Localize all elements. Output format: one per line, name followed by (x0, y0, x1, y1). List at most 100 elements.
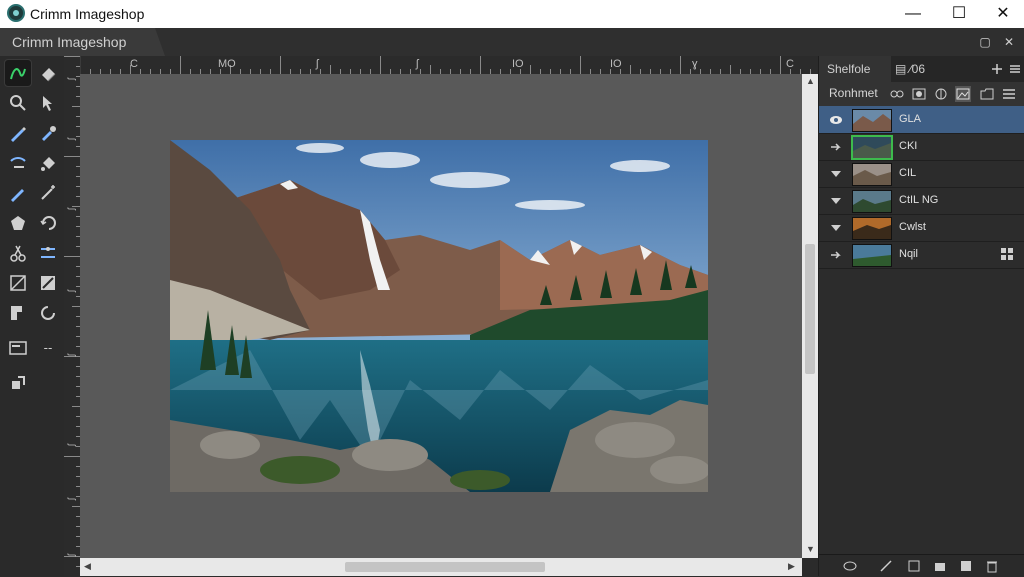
layer-row[interactable]: Cwlst (819, 214, 1024, 242)
layer-thumbnail (852, 244, 892, 267)
list-icon[interactable] (1001, 86, 1017, 102)
minimize-button[interactable]: — (890, 0, 936, 28)
lasso-icon (10, 68, 26, 80)
horizontal-scrollbar[interactable]: ◀ ▶ (80, 558, 802, 576)
shape-tool[interactable] (5, 210, 31, 236)
tab-secondary[interactable]: ▤ ∕06 (891, 56, 965, 82)
fill-icon (41, 157, 55, 171)
path-tool[interactable] (35, 240, 61, 266)
layers-toolbar: Ronhmet (819, 82, 1024, 107)
add-mask-icon[interactable] (907, 559, 921, 573)
horizontal-ruler-ticks (80, 56, 811, 74)
collapse-arrow-icon[interactable] (829, 194, 843, 208)
panel-tabs: Shelfole ▤ ∕06 (819, 56, 1024, 83)
scroll-down-arrow-icon[interactable]: ▼ (806, 544, 815, 554)
pencil-icon (11, 189, 24, 202)
warp-tool[interactable] (35, 270, 61, 296)
layer-name: Cwlst (899, 221, 926, 233)
scissors-tool[interactable] (5, 240, 31, 266)
pen-icon (11, 127, 26, 142)
scroll-left-arrow-icon[interactable]: ◀ (84, 561, 91, 572)
pen-tool[interactable] (5, 120, 31, 146)
restore-document-button[interactable]: ▢ (976, 33, 994, 51)
refresh-tool[interactable] (35, 300, 61, 326)
blend-mode-label[interactable]: Ronhmet (829, 86, 878, 100)
brush-icon (10, 157, 26, 168)
ruler-label: ʃ (66, 554, 76, 556)
zoom-tool[interactable] (5, 90, 31, 116)
brush-tool[interactable] (5, 150, 31, 176)
fill-tool[interactable] (35, 150, 61, 176)
toolbox: -- (0, 56, 65, 576)
ruler-label: IO (610, 58, 622, 70)
delete-layer-icon[interactable] (985, 559, 999, 573)
close-button[interactable]: ✕ (980, 0, 1024, 28)
horizontal-scroll-thumb[interactable] (345, 562, 545, 572)
document-tab[interactable]: Crimm Imageshop (0, 28, 165, 56)
mask-icon[interactable] (911, 86, 927, 102)
link-icon[interactable] (889, 86, 905, 102)
image-layer-icon[interactable] (955, 86, 971, 102)
document-tab-label: Crimm Imageshop (12, 34, 127, 50)
rotate-tool[interactable] (35, 210, 61, 236)
layer-row[interactable]: CtIL NG (819, 187, 1024, 215)
layer-name: Nqil (899, 248, 918, 260)
expand-arrow-icon[interactable] (829, 248, 843, 262)
layer-thumbnail (851, 135, 893, 160)
layers-footer (819, 554, 1024, 577)
eraser-tool[interactable] (35, 60, 61, 86)
pencil-tool[interactable] (5, 180, 31, 206)
wand-tool[interactable] (35, 180, 61, 206)
select-tool[interactable] (5, 300, 31, 326)
select-icon (11, 306, 22, 320)
scroll-up-arrow-icon[interactable]: ▲ (806, 76, 815, 86)
ruler-label: C (130, 58, 138, 70)
layer-row[interactable]: GLA (819, 106, 1024, 134)
more-tool[interactable]: -- (35, 335, 61, 361)
move-tool[interactable] (35, 90, 61, 116)
layer-row[interactable]: Nqil (819, 241, 1024, 269)
transform-tool[interactable] (5, 270, 31, 296)
adjust-icon[interactable] (933, 86, 949, 102)
scroll-right-arrow-icon[interactable]: ▶ (788, 561, 795, 572)
layer-thumbnail (852, 190, 892, 213)
collapse-arrow-icon[interactable] (829, 167, 843, 181)
folder-icon[interactable] (979, 86, 995, 102)
lasso-tool[interactable] (4, 59, 32, 87)
warp-icon (41, 276, 55, 290)
panel-menu-icon[interactable] (1009, 63, 1021, 75)
grid-badge-icon[interactable] (1001, 248, 1013, 260)
visibility-icon[interactable] (843, 559, 857, 573)
new-layer-icon[interactable] (959, 559, 973, 573)
layer-thumbnail (852, 217, 892, 240)
horizontal-ruler: C MO ʃ ʃ IO IO ɣ C (80, 56, 818, 75)
ruler-label: MO (218, 58, 236, 70)
ruler-label: ɣ (692, 58, 698, 70)
stamp-tool[interactable] (5, 370, 31, 396)
ruler-label: C (786, 58, 794, 70)
layer-row[interactable]: CIL (819, 160, 1024, 188)
maximize-button[interactable]: ☐ (936, 0, 982, 28)
vertical-scroll-thumb[interactable] (805, 244, 815, 374)
close-document-button[interactable]: ✕ (1000, 33, 1018, 51)
dropper-tool[interactable] (35, 120, 61, 146)
link-layers-icon[interactable] (879, 559, 893, 573)
ruler-label: ʃ (66, 290, 76, 292)
layer-row[interactable]: CKI (819, 133, 1024, 161)
landscape-photo[interactable] (170, 140, 708, 492)
ruler-label: ʃ (66, 354, 76, 356)
screen-tool[interactable] (5, 335, 31, 361)
wand-icon (41, 185, 55, 200)
add-panel-icon[interactable] (991, 63, 1003, 75)
dropper-icon (42, 126, 56, 141)
window-title: Crimm Imageshop (30, 6, 145, 22)
layer-thumbnail (852, 163, 892, 186)
collapse-arrow-icon[interactable] (829, 221, 843, 235)
eye-icon[interactable] (829, 113, 843, 127)
ruler-label: ʃ (66, 138, 76, 140)
new-group-icon[interactable] (933, 559, 947, 573)
expand-arrow-icon[interactable] (829, 140, 843, 154)
vertical-scrollbar[interactable]: ▲ ▼ (802, 74, 818, 558)
document-bar: Crimm Imageshop ▢ ✕ (0, 28, 1024, 57)
tab-shelfole[interactable]: Shelfole (819, 56, 891, 82)
